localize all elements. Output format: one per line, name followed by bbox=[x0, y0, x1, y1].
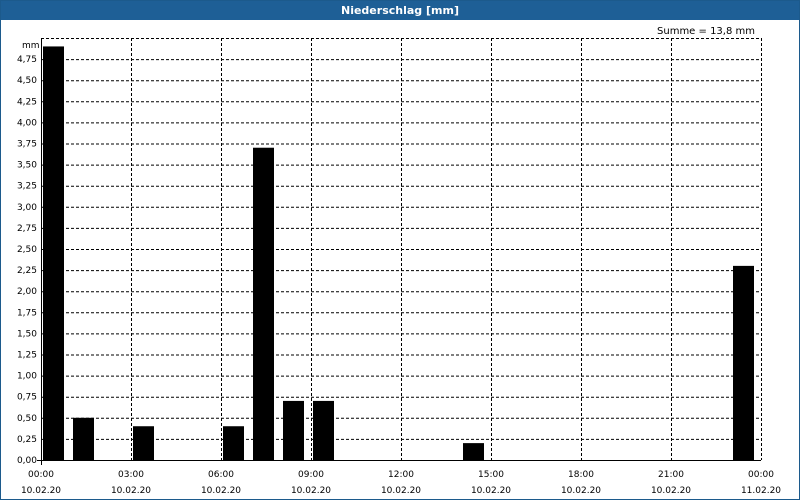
y-tick-label: 2,50 bbox=[17, 245, 37, 255]
y-tick-label: 0,75 bbox=[17, 393, 37, 403]
y-tick-label: 2,75 bbox=[17, 224, 37, 234]
x-tick-date: 10.02.20 bbox=[21, 486, 61, 496]
x-tick-time: 18:00 bbox=[568, 470, 594, 480]
bar bbox=[223, 426, 244, 460]
y-unit-label: mm bbox=[22, 41, 40, 51]
x-tick-date: 10.02.20 bbox=[291, 486, 331, 496]
bar bbox=[253, 147, 274, 460]
x-tick-date: 10.02.20 bbox=[471, 486, 511, 496]
x-tick-date: 11.02.20 bbox=[741, 486, 781, 496]
x-tick-date: 10.02.20 bbox=[651, 486, 691, 496]
y-tick-label: 3,00 bbox=[17, 203, 37, 213]
bar bbox=[283, 400, 304, 460]
y-tick-label: 3,75 bbox=[17, 140, 37, 150]
bar bbox=[73, 417, 94, 460]
y-tick-label: 2,25 bbox=[17, 266, 37, 276]
x-tick-date: 10.02.20 bbox=[201, 486, 241, 496]
x-tick-date: 10.02.20 bbox=[111, 486, 151, 496]
x-tick-time: 03:00 bbox=[118, 470, 144, 480]
x-tick-time: 06:00 bbox=[208, 470, 234, 480]
y-tick-label: 1,75 bbox=[17, 308, 37, 318]
y-tick-label: 4,75 bbox=[17, 55, 37, 65]
grid bbox=[41, 38, 762, 460]
y-tick-label: 3,25 bbox=[17, 182, 37, 192]
x-tick-time: 12:00 bbox=[388, 470, 414, 480]
y-tick-label: 3,50 bbox=[17, 161, 37, 171]
bar bbox=[733, 265, 754, 460]
x-tick-time: 09:00 bbox=[298, 470, 324, 480]
y-tick-label: 0,25 bbox=[17, 435, 37, 445]
y-tick-label: 4,25 bbox=[17, 97, 37, 107]
y-tick-label: 2,00 bbox=[17, 287, 37, 297]
y-tick-label: 1,25 bbox=[17, 351, 37, 361]
bars bbox=[43, 46, 754, 460]
y-tick-label: 1,50 bbox=[17, 329, 37, 339]
y-tick-label: 1,00 bbox=[17, 372, 37, 382]
x-tick-date: 10.02.20 bbox=[381, 486, 421, 496]
bar bbox=[43, 46, 64, 460]
y-tick-label: 0,50 bbox=[17, 414, 37, 424]
x-tick-labels: 00:00 10.02.20 03:00 10.02.20 06:00 10.02.20 0… bbox=[21, 470, 781, 496]
y-tick-label: 0,00 bbox=[17, 456, 37, 466]
bar bbox=[313, 400, 334, 460]
x-tick-time: 15:00 bbox=[478, 470, 504, 480]
x-tick-time: 21:00 bbox=[658, 470, 684, 480]
y-tick-labels: 0,00 0,25 0,50 0,75 1,00 1,25 1,50 1,75 2,00 2,25… bbox=[17, 55, 37, 466]
y-tick-label: 4,00 bbox=[17, 118, 37, 128]
x-tick-time: 00:00 bbox=[28, 470, 54, 480]
bar bbox=[463, 443, 484, 460]
y-tick-label: 4,50 bbox=[17, 76, 37, 86]
precipitation-chart: mm 0,00 0,25 0,50 0,75 1,00 1,25 1,50 1,75 2,00 2… bbox=[17, 38, 781, 496]
bar bbox=[133, 426, 154, 460]
x-tick-date: 10.02.20 bbox=[561, 486, 601, 496]
x-tick-time: 00:00 bbox=[748, 470, 774, 480]
